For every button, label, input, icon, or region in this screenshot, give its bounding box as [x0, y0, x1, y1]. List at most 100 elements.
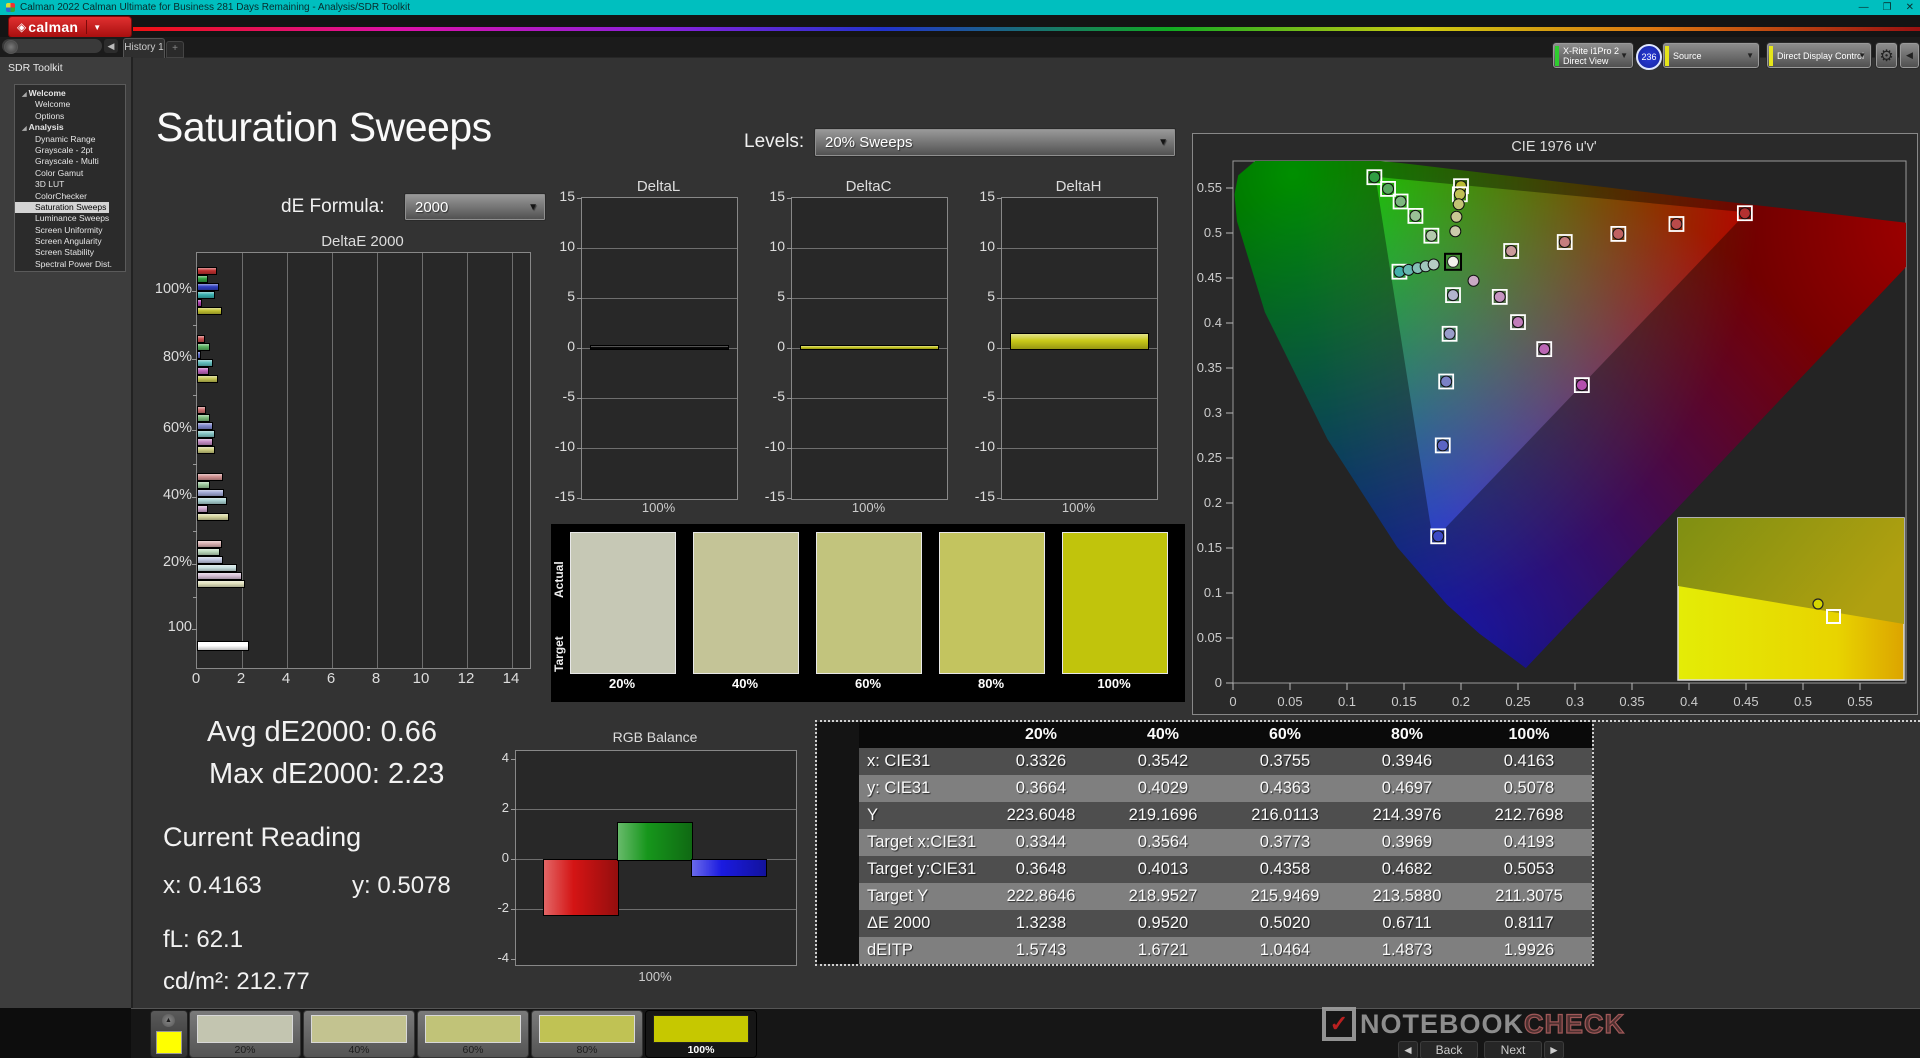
panel-collapse-button[interactable]: ◀ — [1899, 42, 1920, 69]
axis-minor-tick — [193, 394, 197, 396]
minimize-button[interactable]: — — [1859, 2, 1869, 13]
rgb-bar-blue — [691, 859, 767, 878]
sidebar-item-analysis[interactable]: ◢ Analysis — [15, 122, 125, 133]
patch-swatch — [197, 1015, 293, 1043]
next-button[interactable]: Next — [1484, 1041, 1542, 1058]
sidebar-item-grayscale-multi[interactable]: Grayscale - Multi — [15, 156, 125, 167]
deltaC-title: DeltaC — [845, 178, 892, 195]
display-control-dropdown[interactable]: Direct Display Control ▼ — [1766, 42, 1872, 69]
measured-point — [1505, 245, 1518, 257]
measured-point — [1440, 375, 1453, 388]
sidebar-item-luminance-sweeps[interactable]: Luminance Sweeps — [15, 213, 125, 224]
patch-label: 60% — [462, 1044, 484, 1056]
deltae-bar — [197, 572, 242, 580]
row-value: 0.8117 — [1504, 914, 1554, 932]
y-tick-label: 5 — [567, 288, 575, 304]
measured-point — [1449, 225, 1462, 238]
row-value: 1.3238 — [1015, 914, 1067, 932]
patch-strip-left — [0, 1008, 131, 1058]
deltaC-plot — [787, 197, 948, 500]
row-value: 0.3344 — [1015, 833, 1067, 851]
sidebar-item-welcome[interactable]: Welcome — [15, 99, 125, 110]
sidebar-header: SDR Toolkit — [8, 62, 63, 74]
gridline — [1002, 448, 1157, 449]
table-row: y: CIE31 0.3664 0.4029 0.4363 0.4697 0.5078 — [817, 775, 1592, 802]
y-tick-label: -5 — [982, 388, 995, 404]
patch-count-badge[interactable]: 236 — [1636, 44, 1662, 70]
sidebar-item-welcome[interactable]: ◢ Welcome — [15, 88, 125, 99]
measured-point — [1368, 171, 1381, 184]
avg-de2000: Avg dE2000: 0.66 — [207, 716, 438, 748]
sidebar-item-colorchecker[interactable]: ColorChecker — [15, 191, 125, 202]
row-value: 216.0113 — [1251, 806, 1319, 824]
sidebar-item-screen-angularity[interactable]: Screen Angularity — [15, 236, 125, 247]
x-tick-label: 4 — [281, 670, 291, 687]
deltaH-x-label: 100% — [1061, 500, 1096, 515]
axis-tick — [787, 348, 792, 349]
next-arrow-icon[interactable]: ► — [1544, 1041, 1564, 1058]
axis-tick — [511, 909, 516, 910]
measured-point — [1512, 316, 1524, 329]
deltae-bar — [197, 343, 211, 351]
x-tick-label: 8 — [371, 670, 381, 687]
settings-button[interactable]: ⚙ — [1875, 42, 1898, 69]
y-tick-label: -2 — [497, 900, 509, 915]
expander-icon[interactable]: ◢ — [22, 92, 27, 98]
formula-value: 2000 — [415, 198, 449, 216]
patch-tile-20%[interactable]: 20% — [189, 1010, 301, 1058]
svg-text:0.45: 0.45 — [1733, 694, 1758, 709]
compare-swatch-label: 100% — [1097, 676, 1131, 691]
patch-tile-100%[interactable]: 100% — [645, 1010, 757, 1058]
deltaH-plot — [997, 197, 1158, 500]
meter-name: X-Rite i1Pro 2 — [1563, 45, 1620, 56]
sidebar-item-grayscale-2pt[interactable]: Grayscale - 2pt — [15, 145, 125, 156]
deltae-chart-plot — [192, 252, 531, 669]
rgb-balance-title: RGB Balance — [612, 729, 698, 745]
tab-history-1[interactable]: History 1 — [123, 38, 165, 58]
back-arrow-icon[interactable]: ◄ — [1398, 1041, 1418, 1058]
y-tick-label: 0 — [987, 338, 995, 354]
sidebar-menu-button[interactable] — [4, 40, 18, 54]
deltaL-title: DeltaL — [636, 178, 681, 195]
rgb-balance-plot — [511, 750, 797, 966]
measured-point — [1612, 227, 1625, 240]
close-button[interactable]: ✕ — [1906, 2, 1914, 13]
svg-text:0.1: 0.1 — [1204, 585, 1222, 600]
add-tab-button[interactable]: + — [166, 41, 184, 58]
meter-dropdown[interactable]: X-Rite i1Pro 2 Direct View ▼ — [1552, 42, 1634, 69]
measured-point — [1427, 258, 1440, 271]
chevron-down-icon: ▼ — [528, 201, 538, 213]
row-value: 0.4029 — [1137, 779, 1189, 797]
deltaH-bar — [1010, 333, 1149, 350]
back-button[interactable]: Back — [1420, 1041, 1478, 1058]
patch-tile-40%[interactable]: 40% — [303, 1010, 415, 1058]
main-toolbar — [0, 15, 1920, 37]
patch-tile-80%[interactable]: 80% — [531, 1010, 643, 1058]
sidebar-item-screen-stability[interactable]: Screen Stability — [15, 247, 125, 258]
source-dropdown[interactable]: Source ▼ — [1662, 42, 1760, 69]
sidebar-item-3d-lut[interactable]: 3D LUT — [15, 179, 125, 190]
deltaC-bar — [800, 344, 939, 350]
sidebar-item-saturation-sweeps[interactable]: Saturation Sweeps — [15, 201, 125, 214]
sidebar-item-spectral-power-dist-[interactable]: Spectral Power Dist. — [15, 259, 125, 270]
y-tick-label: -10 — [764, 438, 785, 454]
calman-logo-icon: ◈ — [17, 20, 27, 34]
patch-label: 40% — [348, 1044, 370, 1056]
gridline — [792, 298, 947, 299]
gridline — [582, 398, 737, 399]
gridline — [1002, 298, 1157, 299]
calman-menu-button[interactable]: ◈ calman ▼ — [8, 16, 132, 38]
collapse-sidebar-button[interactable]: ◀ — [104, 39, 118, 53]
sidebar-item-color-gamut[interactable]: Color Gamut — [15, 168, 125, 179]
maximize-button[interactable]: ❐ — [1883, 2, 1892, 13]
levels-dropdown[interactable]: 20% Sweeps ▼ — [814, 128, 1176, 157]
sidebar-item-screen-uniformity[interactable]: Screen Uniformity — [15, 225, 125, 236]
current-patch-tile[interactable]: ▲ — [150, 1010, 188, 1058]
patch-tile-60%[interactable]: 60% — [417, 1010, 529, 1058]
y-category-label: 60% — [162, 420, 192, 436]
expander-icon[interactable]: ◢ — [22, 126, 27, 132]
gridline — [1002, 398, 1157, 399]
formula-dropdown[interactable]: 2000 ▼ — [404, 193, 546, 221]
sidebar-item-options[interactable]: Options — [15, 111, 125, 122]
sidebar-item-dynamic-range[interactable]: Dynamic Range — [15, 134, 125, 145]
